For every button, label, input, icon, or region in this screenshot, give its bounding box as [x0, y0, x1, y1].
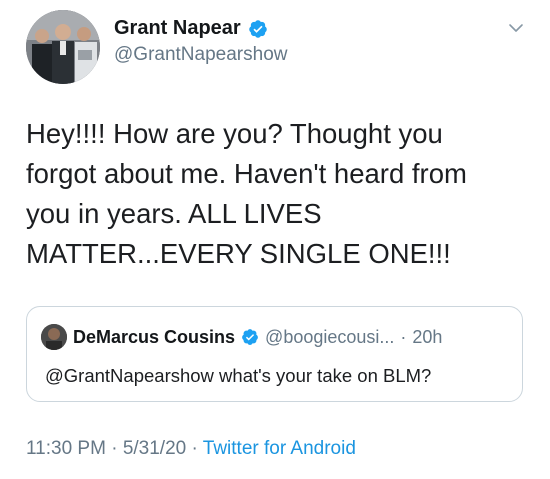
- quoted-author-name[interactable]: DeMarcus Cousins: [73, 327, 235, 348]
- quoted-tweet-header: DeMarcus Cousins @boogiecousi... · 20h: [41, 324, 442, 350]
- verified-badge-icon: [242, 329, 258, 345]
- separator-dot: ·: [191, 438, 198, 459]
- quoted-tweet-text: @GrantNapearshow what's your take on BLM…: [45, 365, 432, 386]
- quoted-author-avatar[interactable]: [41, 324, 67, 350]
- separator-dot: ·: [111, 438, 118, 459]
- tweet-meta: 11:30 PM · 5/31/20 · Twitter for Android: [26, 438, 356, 460]
- tweet-time[interactable]: 11:30 PM: [26, 438, 106, 459]
- quoted-tweet[interactable]: DeMarcus Cousins @boogiecousi... · 20h @…: [26, 306, 523, 402]
- author-display-name[interactable]: Grant Napear: [114, 17, 241, 40]
- tweet-text: Hey!!!! How are you? Thought you forgot …: [26, 118, 467, 269]
- tweet-source-link[interactable]: Twitter for Android: [203, 438, 356, 459]
- author-handle[interactable]: @GrantNapearshow: [114, 44, 287, 66]
- quoted-tweet-time[interactable]: 20h: [412, 327, 442, 348]
- author-avatar[interactable]: [26, 10, 100, 84]
- author-name-row[interactable]: Grant Napear: [114, 17, 268, 40]
- chevron-down-icon[interactable]: [506, 18, 526, 38]
- quoted-author-handle[interactable]: @boogiecousi...: [265, 327, 394, 348]
- verified-badge-icon: [248, 19, 267, 38]
- separator-dot: ·: [400, 326, 407, 347]
- tweet-date[interactable]: 5/31/20: [123, 438, 186, 459]
